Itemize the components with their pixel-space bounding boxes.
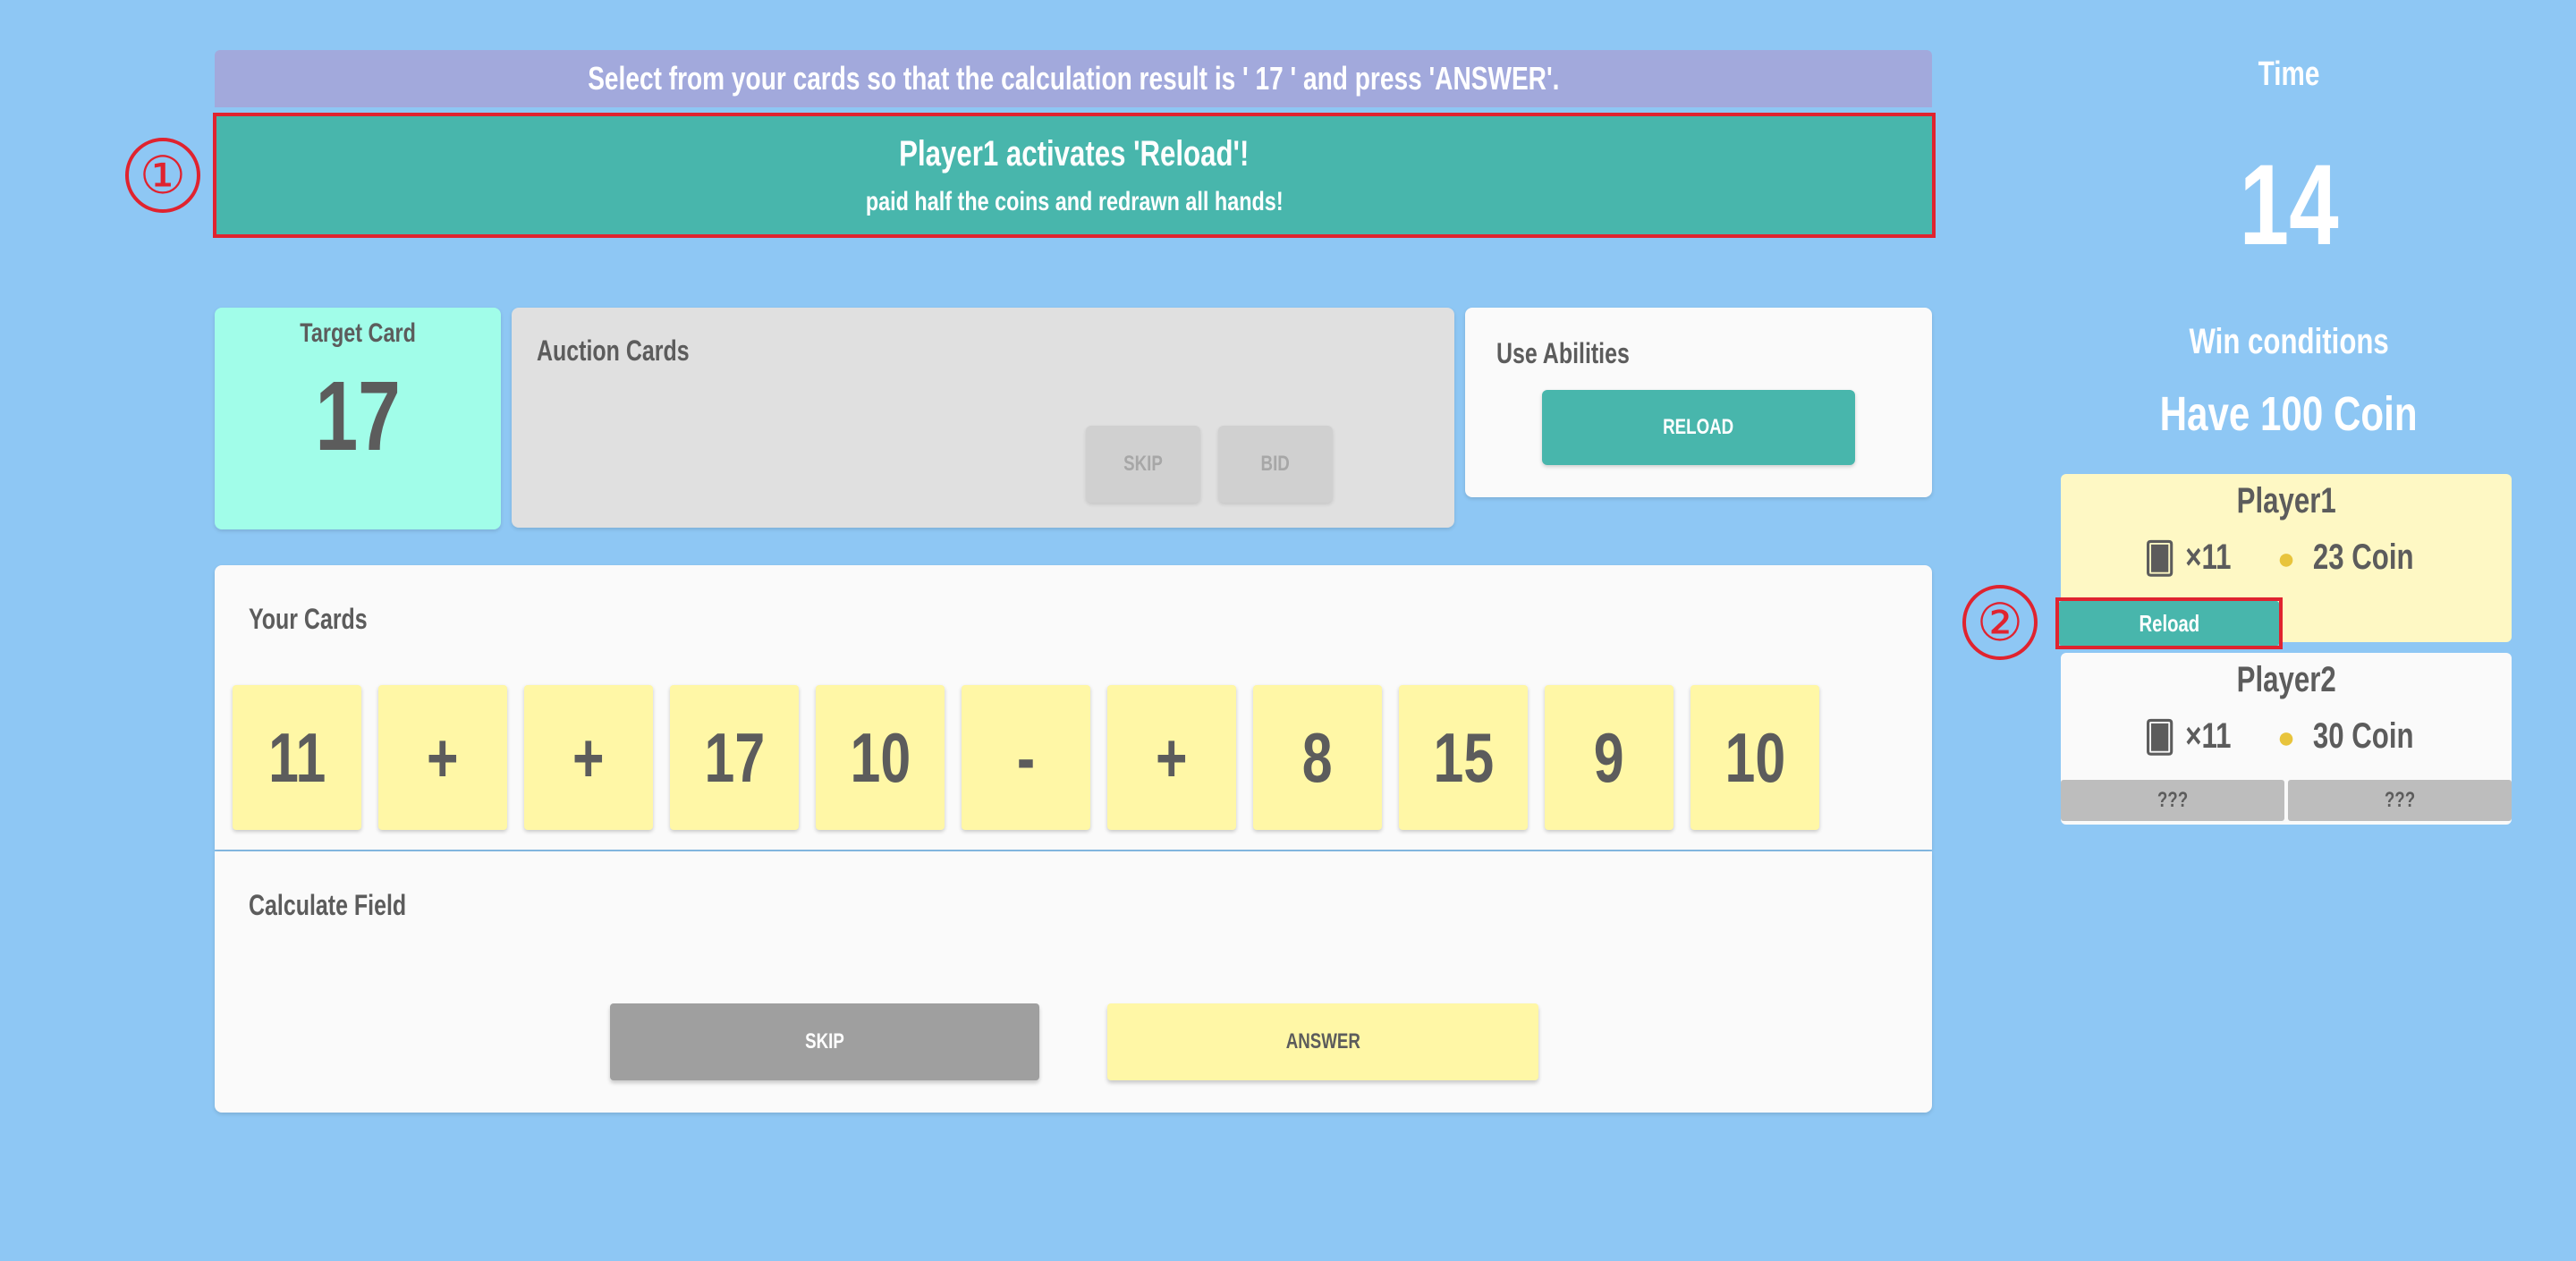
- card-value: 11: [267, 717, 326, 797]
- card-value: -: [1016, 717, 1036, 797]
- auction-bid-label: BID: [1260, 452, 1291, 476]
- use-abilities-panel: Use Abilities RELOAD: [1465, 308, 1932, 497]
- card-value: 15: [1433, 717, 1494, 797]
- auction-skip-label: SKIP: [1123, 452, 1163, 476]
- player1-coins: ● 23 Coin: [2276, 537, 2414, 577]
- card-value: +: [572, 717, 605, 797]
- highlight-box-2: [2055, 597, 2283, 649]
- marker-2: ②: [1962, 585, 2038, 660]
- reload-ability-label: RELOAD: [1663, 415, 1734, 439]
- target-card-panel: Target Card 17: [215, 308, 501, 529]
- your-cards-label: Your Cards: [249, 603, 368, 635]
- hand-card[interactable]: 11: [233, 685, 361, 830]
- hand-card[interactable]: -: [962, 685, 1090, 830]
- hand-card[interactable]: +: [1107, 685, 1236, 830]
- highlight-box-1: [213, 113, 1936, 238]
- answer-label: ANSWER: [1285, 1029, 1360, 1054]
- hand-card[interactable]: 8: [1253, 685, 1382, 830]
- player2-hidden-ability: ???: [2288, 780, 2512, 821]
- player2-name: Player2: [2236, 660, 2336, 699]
- auction-bid-button[interactable]: BID: [1218, 426, 1333, 503]
- instruction-text: Select from your cards so that the calcu…: [587, 60, 1560, 97]
- win-conditions-label: Win conditions: [2189, 322, 2389, 361]
- hand-card[interactable]: +: [378, 685, 507, 830]
- hand-card[interactable]: 9: [1545, 685, 1674, 830]
- hand-card[interactable]: +: [524, 685, 653, 830]
- hand-card[interactable]: 10: [1690, 685, 1819, 830]
- your-cards-panel: Your Cards 11 + + 17 10 - + 8 15 9 10: [215, 565, 1932, 850]
- marker-1: ①: [125, 138, 200, 213]
- auction-cards-label: Auction Cards: [537, 334, 690, 367]
- card-value: 10: [850, 717, 911, 797]
- player1-name: Player1: [2236, 481, 2336, 520]
- hand-card[interactable]: 10: [816, 685, 945, 830]
- target-card-value: 17: [315, 361, 401, 471]
- auction-skip-button[interactable]: SKIP: [1086, 426, 1200, 503]
- player1-card-count: 🂠 ×11: [2144, 537, 2232, 577]
- card-value: +: [1156, 717, 1188, 797]
- use-abilities-label: Use Abilities: [1496, 337, 1630, 369]
- player2-coins: ● 30 Coin: [2276, 716, 2414, 756]
- skip-button[interactable]: SKIP: [610, 1003, 1039, 1080]
- reload-ability-button[interactable]: RELOAD: [1542, 390, 1855, 465]
- target-card-label: Target Card: [300, 318, 416, 348]
- answer-button[interactable]: ANSWER: [1107, 1003, 1538, 1080]
- time-value: 14: [2239, 141, 2339, 269]
- card-value: +: [427, 717, 459, 797]
- hand-cards: 11 + + 17 10 - + 8 15 9 10: [233, 685, 1819, 830]
- auction-cards-panel: Auction Cards SKIP BID: [512, 308, 1454, 528]
- card-value: 10: [1724, 717, 1785, 797]
- calculate-field-label: Calculate Field: [249, 889, 407, 921]
- playing-cards-icon: 🂠: [2144, 721, 2176, 755]
- time-label: Time: [2258, 55, 2320, 93]
- win-conditions-value: Have 100 Coin: [2160, 387, 2418, 441]
- player2-card-count: 🂠 ×11: [2144, 716, 2232, 756]
- skip-label: SKIP: [805, 1029, 844, 1054]
- playing-cards-icon: 🂠: [2144, 542, 2176, 576]
- instruction-banner: Select from your cards so that the calcu…: [215, 50, 1932, 107]
- coin-stack-icon: ●: [2276, 542, 2296, 576]
- card-value: 8: [1302, 717, 1333, 797]
- hand-card[interactable]: 17: [670, 685, 799, 830]
- calculate-field-panel: Calculate Field SKIP ANSWER: [215, 851, 1932, 1113]
- coin-stack-icon: ●: [2276, 721, 2296, 755]
- card-value: 17: [704, 717, 765, 797]
- card-value: 9: [1594, 717, 1624, 797]
- player2-hidden-ability: ???: [2061, 780, 2284, 821]
- hand-card[interactable]: 15: [1399, 685, 1528, 830]
